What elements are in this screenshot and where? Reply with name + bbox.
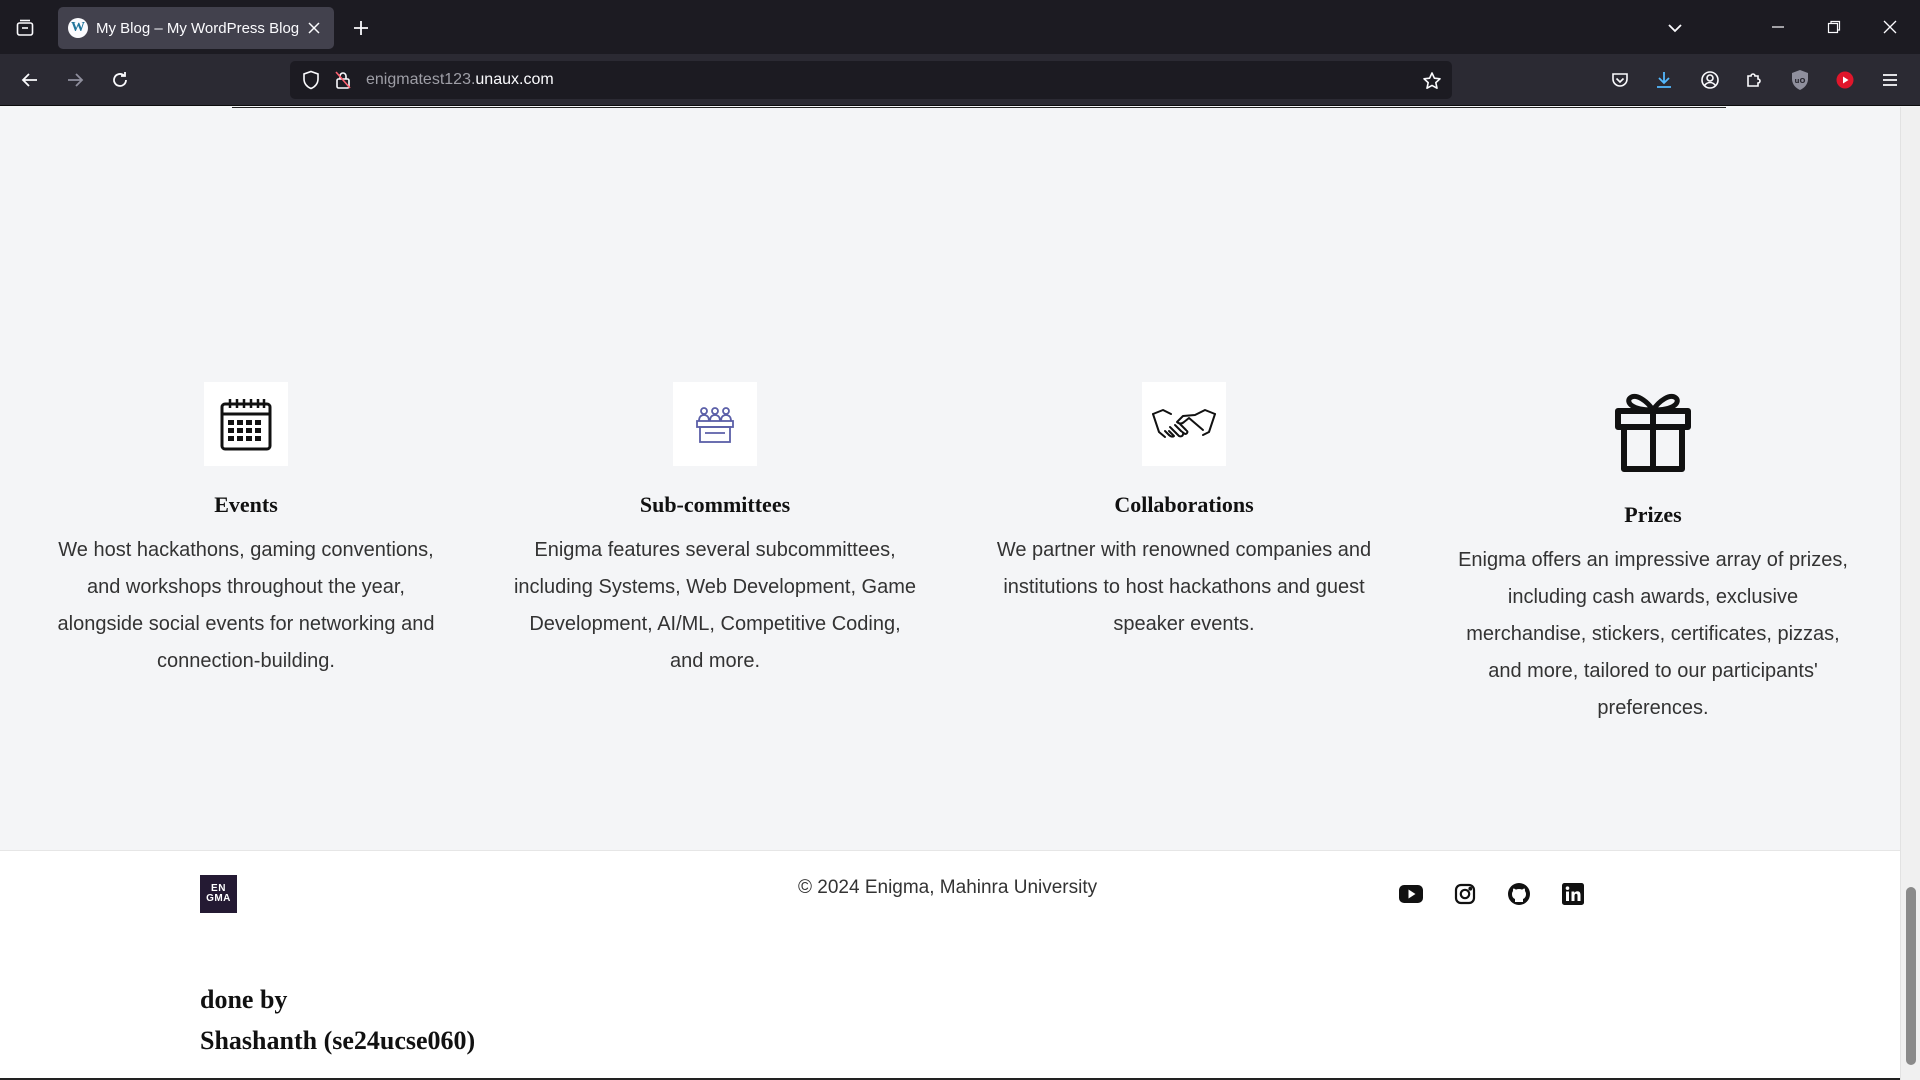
feature-card-events: Events We host hackathons, gaming conven… bbox=[36, 382, 456, 680]
restore-icon bbox=[1827, 20, 1841, 34]
tab-close-icon[interactable] bbox=[304, 18, 324, 38]
credit-line-2: Shashanth (se24ucse060) bbox=[200, 1026, 476, 1055]
tab-bar: W My Blog – My WordPress Blog bbox=[0, 0, 1920, 54]
reload-icon bbox=[113, 72, 127, 87]
restore-window-button[interactable] bbox=[1812, 8, 1856, 46]
new-tab-button[interactable] bbox=[344, 12, 378, 44]
page-content: Events We host hackathons, gaming conven… bbox=[0, 107, 1900, 1080]
feature-description: We host hackathons, gaming conventions, … bbox=[57, 539, 435, 672]
url-text[interactable]: enigmatest123.unaux.com bbox=[366, 71, 554, 89]
calendar-icon bbox=[204, 382, 288, 466]
feature-card-subcommittees: Sub-committees Enigma features several s… bbox=[505, 382, 925, 680]
site-footer: EN GMA © 2024 Enigma, Mahinra University… bbox=[0, 850, 1900, 1080]
feature-description: Enigma features several subcommittees, i… bbox=[513, 539, 917, 672]
wordpress-icon: W bbox=[68, 18, 88, 38]
feature-title: Collaborations bbox=[1114, 492, 1254, 517]
tab-active[interactable]: W My Blog – My WordPress Blog bbox=[58, 7, 334, 49]
feature-card-prizes: Prizes Enigma offers an impressive array… bbox=[1443, 382, 1863, 727]
section-divider bbox=[232, 107, 1726, 108]
page-scrollbar[interactable] bbox=[1900, 107, 1920, 1080]
feature-title: Events bbox=[214, 492, 278, 517]
account-button[interactable] bbox=[1694, 64, 1726, 96]
play-badge-icon bbox=[1836, 71, 1854, 89]
back-button[interactable] bbox=[12, 62, 48, 98]
arrow-left-icon bbox=[21, 73, 37, 87]
ublock-origin-button[interactable]: uO bbox=[1784, 64, 1816, 96]
instagram-icon[interactable] bbox=[1452, 881, 1478, 907]
bookmark-star-icon[interactable] bbox=[1420, 69, 1444, 93]
pocket-icon bbox=[1612, 73, 1628, 87]
copyright-text: © 2024 Enigma, Mahinra University bbox=[798, 877, 1098, 898]
credit-line-1: done by bbox=[200, 985, 288, 1014]
chevron-down-icon bbox=[1668, 24, 1682, 33]
tab-list-button[interactable] bbox=[8, 12, 42, 44]
pocket-button[interactable] bbox=[1604, 64, 1636, 96]
feature-description: Enigma offers an impressive array of pri… bbox=[1458, 549, 1848, 719]
linkedin-icon[interactable] bbox=[1560, 881, 1586, 907]
address-bar[interactable]: enigmatest123.unaux.com bbox=[290, 61, 1452, 99]
feature-description: We partner with renowned companies and i… bbox=[996, 539, 1372, 635]
list-all-tabs-button[interactable] bbox=[1658, 12, 1692, 44]
arrow-right-icon bbox=[68, 73, 84, 87]
url-subdomain: enigmatest123. bbox=[366, 71, 476, 88]
minimize-window-button[interactable] bbox=[1756, 8, 1800, 46]
shield-icon[interactable] bbox=[300, 69, 322, 91]
forward-button[interactable] bbox=[57, 62, 93, 98]
plus-icon bbox=[354, 21, 368, 35]
close-window-button[interactable] bbox=[1868, 8, 1912, 46]
logo-line-bottom: GMA bbox=[206, 893, 231, 904]
close-icon bbox=[1883, 20, 1897, 34]
downloads-button[interactable] bbox=[1648, 64, 1680, 96]
feature-title: Sub-committees bbox=[639, 492, 791, 517]
hamburger-icon bbox=[1883, 74, 1897, 86]
committee-icon bbox=[673, 382, 757, 466]
url-host: unaux.com bbox=[475, 71, 554, 88]
gift-icon bbox=[1608, 382, 1698, 474]
feature-card-collaborations: Collaborations We partner with renowned … bbox=[974, 382, 1394, 643]
tab-list-icon bbox=[16, 19, 34, 36]
minimize-icon bbox=[1772, 26, 1784, 28]
svg-text:uO: uO bbox=[1795, 77, 1806, 85]
puzzle-icon bbox=[1747, 73, 1761, 87]
youtube-extension-button[interactable] bbox=[1829, 64, 1861, 96]
tab-title: My Blog – My WordPress Blog bbox=[96, 19, 300, 37]
scrollbar-thumb[interactable] bbox=[1906, 887, 1916, 1065]
enigma-logo[interactable]: EN GMA bbox=[200, 875, 237, 913]
insecure-lock-icon[interactable] bbox=[332, 69, 354, 91]
youtube-icon[interactable] bbox=[1398, 881, 1424, 907]
download-icon bbox=[1657, 72, 1671, 88]
reload-button[interactable] bbox=[102, 62, 138, 98]
credit-text: done by Shashanth (se24ucse060) bbox=[200, 979, 475, 1061]
ublock-shield-icon: uO bbox=[1792, 70, 1808, 90]
account-icon bbox=[1701, 71, 1719, 89]
feature-title: Prizes bbox=[1624, 502, 1682, 527]
extensions-button[interactable] bbox=[1738, 64, 1770, 96]
handshake-icon bbox=[1142, 382, 1226, 466]
app-menu-button[interactable] bbox=[1874, 64, 1906, 96]
github-icon[interactable] bbox=[1506, 881, 1532, 907]
